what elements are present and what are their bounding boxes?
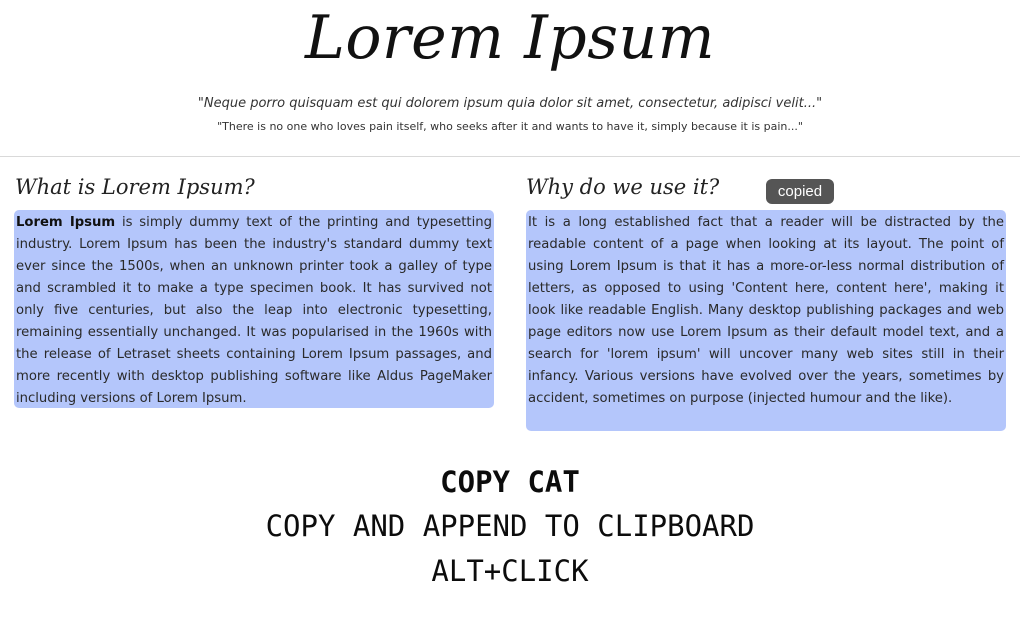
paragraph-body-text: It is a long established fact that a rea… <box>528 215 1004 406</box>
header-divider <box>0 156 1020 157</box>
footer-title: COPY CAT <box>440 465 580 499</box>
left-column-heading: What is Lorem Ipsum? <box>15 175 255 199</box>
latin-quote: "Neque porro quisquam est qui dolorem ip… <box>197 96 823 111</box>
paragraph-lead-bold: Lorem Ipsum <box>16 215 116 230</box>
left-column-paragraph[interactable]: Lorem Ipsum is simply dummy text of the … <box>14 210 494 408</box>
english-quote: "There is no one who loves pain itself, … <box>217 120 803 133</box>
paragraph-body-text: is simply dummy text of the printing and… <box>16 215 492 406</box>
right-column-paragraph[interactable]: It is a long established fact that a rea… <box>526 210 1006 431</box>
footer-subtitle: COPY AND APPEND TO CLIPBOARD <box>265 509 755 543</box>
copied-badge: copied <box>766 179 834 204</box>
page-title: Lorem Ipsum <box>304 3 716 73</box>
footer-shortcut: ALT+CLICK <box>431 554 589 588</box>
right-column-heading: Why do we use it? <box>526 175 720 199</box>
